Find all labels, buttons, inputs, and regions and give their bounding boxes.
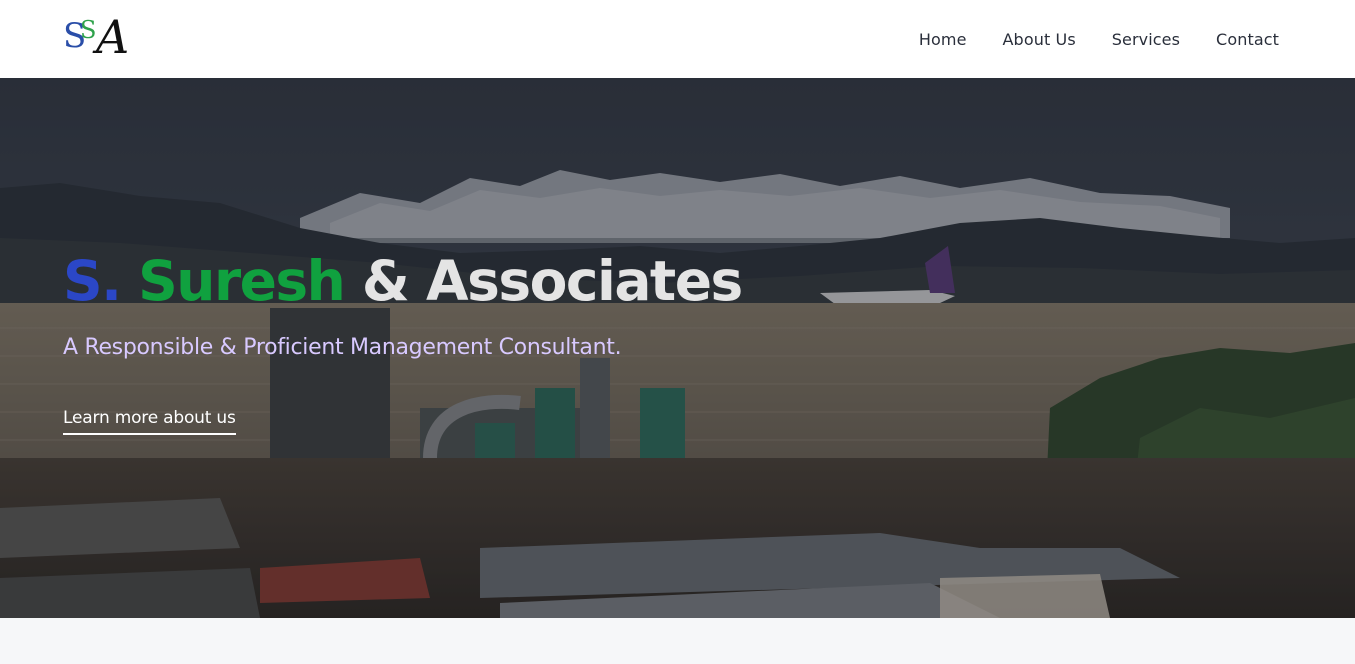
ssa-logo[interactable]: S S A [63,10,137,64]
logo-letter-s-green: S [80,16,97,44]
hero-subtitle: A Responsible & Proficient Management Co… [63,335,622,360]
nav-contact[interactable]: Contact [1216,30,1279,49]
next-section-strip [0,618,1355,664]
site-header: S S A Home About Us Services Contact [0,0,1355,78]
hero-title: S. Suresh & Associates [63,254,743,309]
nav-services[interactable]: Services [1112,30,1180,49]
hero-content: S. Suresh & Associates A Responsible & P… [63,254,743,435]
hero-title-associates: & Associates [361,249,743,313]
nav-home[interactable]: Home [919,30,967,49]
hero-title-surname: Suresh [138,249,346,313]
main-nav: Home About Us Services Contact [919,30,1279,49]
logo-letter-a: A [96,10,130,64]
nav-about-us[interactable]: About Us [1003,30,1076,49]
hero-title-initial: S. [63,249,122,313]
hero-section: S. Suresh & Associates A Responsible & P… [0,78,1355,618]
learn-more-link[interactable]: Learn more about us [63,408,236,435]
